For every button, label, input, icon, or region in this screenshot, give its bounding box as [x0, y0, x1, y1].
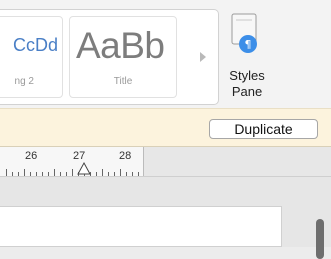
ruler-label: 26 [25, 150, 38, 162]
ruler[interactable]: 26 27 28 [0, 147, 331, 177]
style-sample: AaBb [76, 25, 165, 66]
style-name: Title [113, 76, 133, 87]
duplicate-button[interactable]: Duplicate [209, 119, 318, 139]
ruler-ticks [6, 147, 144, 176]
styles-pane-icon: ¶ [231, 13, 257, 53]
document-canvas [0, 177, 331, 259]
document-page[interactable] [0, 206, 282, 247]
info-bar: Duplicate [0, 108, 331, 147]
styles-pane-label: Styles Pane [219, 68, 275, 100]
style-tile-heading-2[interactable]: CcDd ng 2 [0, 16, 63, 98]
vertical-scrollbar-thumb[interactable] [316, 219, 324, 259]
styles-pane-label-line-1: Styles [229, 68, 265, 83]
indent-marker-icon[interactable] [76, 161, 92, 177]
styles-pane-button[interactable]: ¶ Styles Pane [219, 8, 275, 104]
svg-text:¶: ¶ [245, 38, 252, 51]
styles-gallery: CcDd ng 2 AaBb Title [0, 9, 219, 105]
style-sample: CcDd [12, 35, 58, 55]
style-name: ng 2 [14, 76, 34, 87]
gallery-next-arrow-icon[interactable] [197, 47, 209, 67]
ruler-label: 28 [119, 150, 132, 162]
style-tile-title[interactable]: AaBb Title [69, 16, 177, 98]
ribbon: CcDd ng 2 AaBb Title ¶ Styles Pane [0, 0, 331, 108]
styles-pane-label-line-2: Pane [231, 84, 263, 99]
